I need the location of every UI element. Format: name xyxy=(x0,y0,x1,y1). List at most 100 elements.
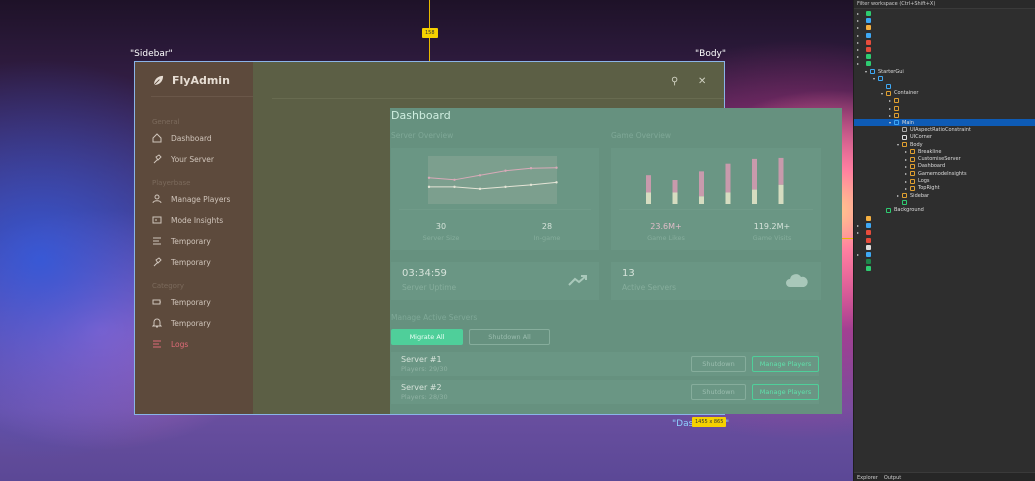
explorer-panel: Filter workspace (Ctrl+Shift+X) ▸ ▸ ▸ ▸ ▸ ▸ ▸ ▸… xyxy=(853,0,1035,481)
explorer-service-row[interactable]: ▸ xyxy=(854,46,1035,53)
server-players: Players: 29/30 xyxy=(401,365,448,373)
sidebar-section-title: Playerbase xyxy=(152,179,191,187)
game-likes-label: Game Likes xyxy=(647,234,685,242)
explorer-service-row[interactable]: ▸ xyxy=(854,17,1035,24)
instance-name: Body xyxy=(910,141,923,148)
instance-icon xyxy=(902,134,907,140)
instance-icon xyxy=(910,163,915,169)
instance-name: StarterGui xyxy=(878,68,904,75)
explorer-tree-row[interactable]: ▸ Sidebar xyxy=(854,192,1035,199)
sidebar-item-label: Manage Players xyxy=(171,194,231,204)
explorer-tree-row[interactable]: ▸ xyxy=(854,105,1035,112)
instance-name: UICorner xyxy=(910,134,932,141)
sidebar-item-temporary[interactable]: Temporary xyxy=(152,318,211,328)
server-name-text: Server #2 xyxy=(401,383,442,392)
instance-icon xyxy=(886,207,891,213)
explorer-service-row[interactable]: ▸ xyxy=(854,32,1035,39)
bar-base xyxy=(699,196,704,204)
instance-name: Background xyxy=(894,207,924,214)
explorer-service-row[interactable]: ▸ xyxy=(854,229,1035,236)
sidebar-item-dashboard[interactable]: Dashboard xyxy=(152,133,212,143)
lines-icon xyxy=(153,340,161,348)
explorer-tree-row[interactable]: ▸ Breakline xyxy=(854,148,1035,155)
instance-icon xyxy=(902,193,907,199)
server-name: Server #1 Players: 29/30 xyxy=(401,355,448,373)
explorer-tree-row[interactable]: ▾ Container xyxy=(854,90,1035,97)
shutdown-button[interactable]: Shutdown xyxy=(691,384,746,400)
data-point xyxy=(453,178,456,182)
main-frame[interactable]: FlyAdmin General Dashboard Your Server Play… xyxy=(134,61,842,415)
explorer-service-row[interactable]: ▸ xyxy=(854,10,1035,17)
sidebar-item-mode-insights[interactable]: Mode Insights xyxy=(152,215,223,225)
sidebar-item-temporary[interactable]: Temporary xyxy=(152,257,211,267)
manage-players-button[interactable]: Manage Players xyxy=(752,384,819,400)
data-point xyxy=(453,185,456,189)
explorer-tree-row[interactable]: ▸ CustomiseServer xyxy=(854,156,1035,163)
explorer-tree-row[interactable]: ▸ TopRight xyxy=(854,185,1035,192)
explorer-tree-row[interactable]: UIAspectRatioConstraint xyxy=(854,126,1035,133)
instance-icon xyxy=(910,171,915,177)
active-servers-card: 13 Active Servers xyxy=(611,262,821,300)
explorer-tree-row[interactable] xyxy=(854,83,1035,90)
close-icon[interactable]: ✕ xyxy=(698,76,706,87)
instance-icon xyxy=(894,120,899,126)
explorer-tree-row[interactable]: UICorner xyxy=(854,134,1035,141)
explorer-tree-row[interactable]: ▾ xyxy=(854,75,1035,82)
sidebar-item-temporary[interactable]: Temporary xyxy=(152,297,211,307)
manage-players-button[interactable]: Manage Players xyxy=(752,356,819,372)
active-servers-label: Active Servers xyxy=(622,283,677,292)
explorer-service-row[interactable] xyxy=(854,237,1035,244)
instance-icon xyxy=(902,127,907,133)
migrate-all-button[interactable]: Migrate All xyxy=(391,329,463,345)
line-chart xyxy=(399,156,591,210)
explorer-tree-row[interactable] xyxy=(854,199,1035,206)
service-icon xyxy=(866,259,871,265)
instance-icon xyxy=(902,200,907,206)
explorer-service-row[interactable]: ▸ xyxy=(854,222,1035,229)
sidebar-item-temporary[interactable]: Temporary xyxy=(152,236,211,246)
trending-up-icon xyxy=(568,275,587,286)
explorer-service-row[interactable] xyxy=(854,215,1035,222)
service-icon xyxy=(866,216,871,221)
data-point xyxy=(478,174,482,177)
game-overview-card: 23.6M+ Game Likes 119.2M+ Game Visits xyxy=(611,148,821,250)
explorer-tree-row[interactable]: ▾ StarterGui xyxy=(854,68,1035,75)
explorer-tree-row[interactable]: Background xyxy=(854,207,1035,214)
explorer-tree-row[interactable]: ▸ xyxy=(854,112,1035,119)
instance-name: Main xyxy=(902,119,914,126)
explorer-tree-row[interactable]: ▸ GamemodeInsights xyxy=(854,170,1035,177)
explorer-tree-row[interactable]: ▾ Body xyxy=(854,141,1035,148)
data-point xyxy=(478,187,482,191)
tab-explorer[interactable]: Explorer xyxy=(857,475,878,481)
explorer-service-row[interactable]: ▸ xyxy=(854,251,1035,258)
explorer-service-row[interactable] xyxy=(854,244,1035,251)
sidebar-item-your-server[interactable]: Your Server xyxy=(152,154,214,164)
manage-servers-title: Manage Active Servers xyxy=(391,313,478,322)
explorer-service-row[interactable] xyxy=(854,258,1035,265)
instance-icon xyxy=(910,185,915,191)
explorer-service-row[interactable]: ▸ xyxy=(854,24,1035,31)
explorer-service-row[interactable]: ▸ xyxy=(854,53,1035,60)
search-icon[interactable]: ⚲ xyxy=(671,76,678,87)
data-point xyxy=(555,181,558,184)
explorer-tree-row[interactable]: ▸ Dashboard xyxy=(854,163,1035,170)
body-label: "Body" xyxy=(695,49,726,59)
instance-icon xyxy=(910,178,915,184)
explorer-service-row[interactable]: ▸ xyxy=(854,39,1035,46)
explorer-tree-row[interactable]: ▸ xyxy=(854,97,1035,104)
explorer-service-row[interactable]: ▸ xyxy=(854,60,1035,67)
sidebar-item-label: Logs xyxy=(171,339,189,349)
bar-chart xyxy=(619,157,813,210)
sidebar-item-manage-players[interactable]: Manage Players xyxy=(152,194,230,204)
shutdown-button[interactable]: Shutdown xyxy=(691,356,746,372)
explorer-service-row[interactable] xyxy=(854,265,1035,272)
instance-name: CustomiseServer xyxy=(918,156,961,163)
explorer-tree-row[interactable]: ▾ Main xyxy=(854,119,1035,127)
explorer-filter-input[interactable]: Filter workspace (Ctrl+Shift+X) xyxy=(854,0,1035,9)
game-visits-value: 119.2M+ xyxy=(753,222,791,231)
shutdown-all-button[interactable]: Shutdown All xyxy=(469,329,550,345)
tab-output[interactable]: Output xyxy=(884,475,901,481)
sidebar-item-logs[interactable]: Logs xyxy=(152,339,188,349)
explorer-tree-row[interactable]: ▸ Logs xyxy=(854,178,1035,185)
gamepad-icon xyxy=(152,216,162,224)
